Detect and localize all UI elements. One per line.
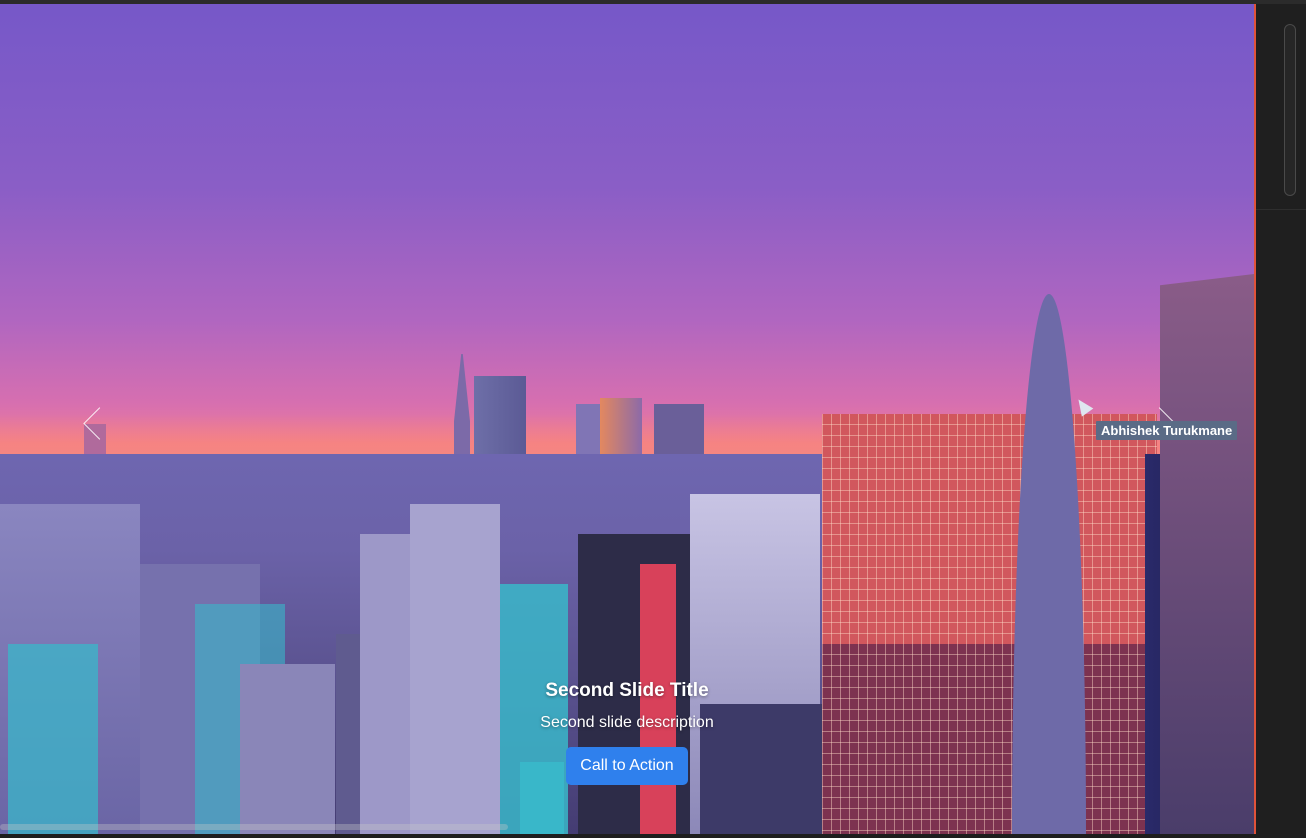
side-panel: [1256, 4, 1306, 838]
horizontal-scrollbar[interactable]: [0, 824, 508, 830]
side-panel-divider: [1256, 209, 1306, 210]
vertical-scrollbar[interactable]: [1284, 24, 1296, 196]
user-tooltip: Abhishek Turukmane: [1096, 421, 1238, 440]
carousel-viewport: Second Slide Title Second slide descript…: [0, 4, 1256, 834]
slide-title: Second Slide Title: [545, 680, 709, 701]
slide-caption: Second Slide Title Second slide descript…: [0, 680, 1254, 785]
call-to-action-button[interactable]: Call to Action: [566, 747, 688, 785]
slide-description: Second slide description: [540, 714, 714, 731]
